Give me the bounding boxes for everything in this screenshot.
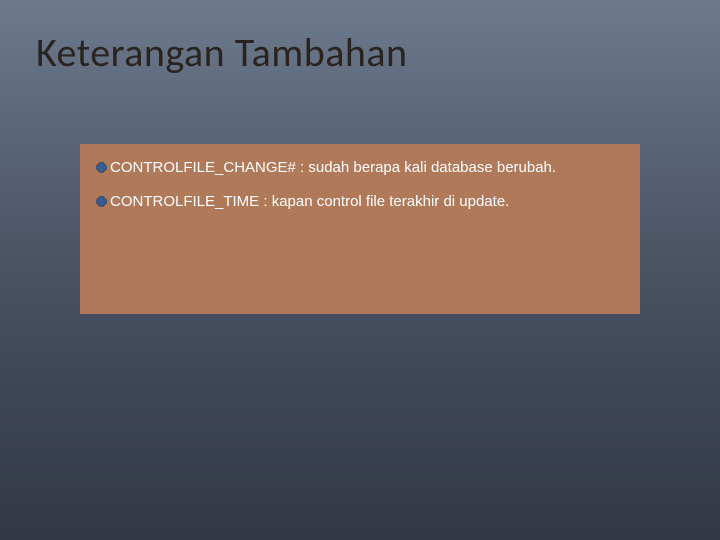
slide-title: Keterangan Tambahan (36, 28, 408, 77)
bullet-icon (96, 162, 107, 173)
bullet-text: CONTROLFILE_TIME : kapan control file te… (110, 193, 509, 210)
bullet-icon (96, 196, 107, 207)
content-box: CONTROLFILE_CHANGE# : sudah berapa kali … (80, 144, 640, 314)
list-item: CONTROLFILE_CHANGE# : sudah berapa kali … (96, 158, 624, 178)
bullet-text: CONTROLFILE_CHANGE# : sudah berapa kali … (110, 159, 556, 176)
list-item: CONTROLFILE_TIME : kapan control file te… (96, 192, 624, 212)
